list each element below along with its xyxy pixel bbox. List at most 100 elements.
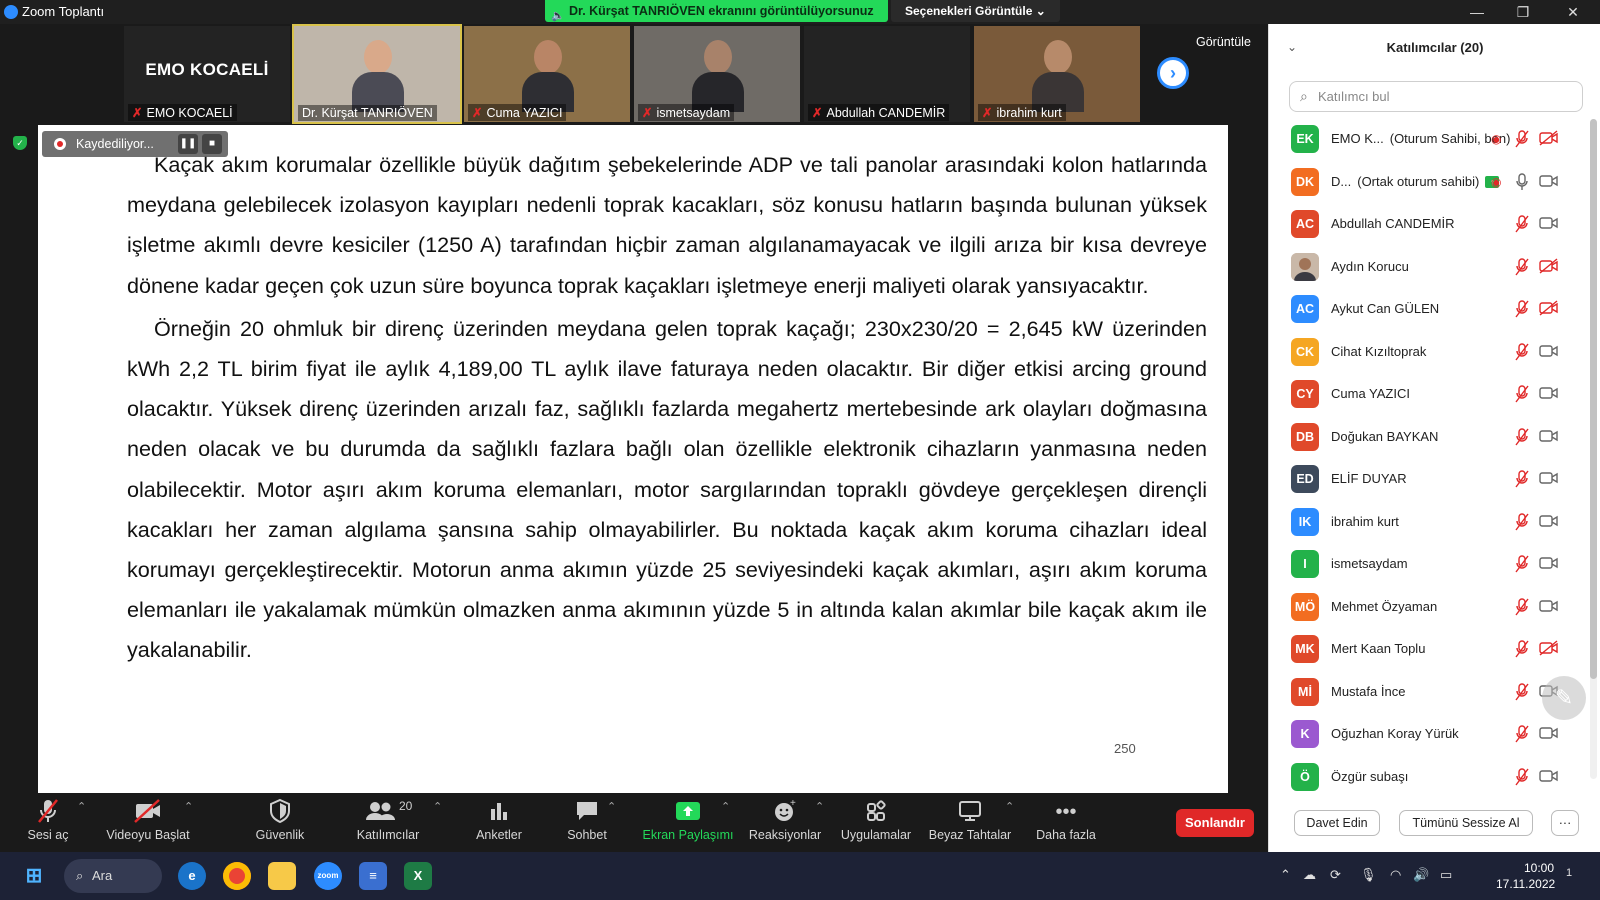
camera-on-icon[interactable] bbox=[1539, 555, 1559, 575]
participant-row[interactable]: Ö Özgür subaşı bbox=[1269, 757, 1587, 800]
minimize-button[interactable]: — bbox=[1454, 2, 1500, 22]
notepad-icon[interactable]: ≡ bbox=[359, 862, 387, 890]
panel-more-button[interactable]: ··· bbox=[1551, 810, 1579, 836]
camera-on-icon[interactable] bbox=[1539, 343, 1559, 363]
volume-icon[interactable]: 🔊 bbox=[1413, 867, 1429, 883]
video-thumbnail[interactable]: EMO KOCAELİ ✗ EMO KOCAELİ bbox=[124, 26, 290, 122]
camera-on-icon[interactable] bbox=[1539, 513, 1559, 533]
start-video-button[interactable]: Videoyu Başlat bbox=[100, 798, 196, 842]
scrollbar-thumb[interactable] bbox=[1590, 119, 1597, 679]
participant-row[interactable]: ED ELİF DUYAR bbox=[1269, 459, 1587, 502]
participant-row[interactable]: Aydın Korucu bbox=[1269, 247, 1587, 290]
stop-recording-button[interactable]: ■ bbox=[202, 134, 222, 154]
sync-icon[interactable]: ⟳ bbox=[1330, 867, 1341, 883]
camera-on-icon[interactable] bbox=[1539, 768, 1559, 788]
camera-on-icon[interactable] bbox=[1539, 470, 1559, 490]
mute-all-button[interactable]: Tümünü Sessize Al bbox=[1399, 810, 1533, 836]
participant-row[interactable]: CK Cihat Kızıltoprak bbox=[1269, 332, 1587, 375]
participant-row[interactable]: MÖ Mehmet Özyaman bbox=[1269, 587, 1587, 630]
encryption-shield-icon[interactable]: ✓ bbox=[13, 136, 27, 150]
video-thumbnail[interactable]: ✗ ibrahim kurt bbox=[974, 26, 1140, 122]
audio-options-caret-icon[interactable]: ⌃ bbox=[77, 800, 86, 813]
camera-on-icon[interactable] bbox=[1539, 173, 1559, 193]
chrome-icon[interactable] bbox=[223, 862, 251, 890]
chat-options-caret-icon[interactable]: ⌃ bbox=[607, 800, 616, 813]
mic-muted-icon[interactable] bbox=[1515, 555, 1529, 577]
whiteboards-options-caret-icon[interactable]: ⌃ bbox=[1005, 800, 1014, 813]
notification-count[interactable]: 1 bbox=[1566, 867, 1572, 879]
mic-muted-icon[interactable] bbox=[1515, 640, 1529, 662]
onedrive-icon[interactable]: ☁ bbox=[1303, 867, 1316, 883]
mic-muted-icon[interactable] bbox=[1515, 257, 1529, 280]
close-button[interactable]: ✕ bbox=[1550, 2, 1596, 22]
mic-on-icon[interactable] bbox=[1515, 172, 1529, 195]
video-thumbnail[interactable]: ✗ ismetsaydam bbox=[634, 26, 800, 122]
participant-list-scrollbar[interactable] bbox=[1590, 119, 1597, 779]
reactions-options-caret-icon[interactable]: ⌃ bbox=[815, 800, 824, 813]
file-explorer-icon[interactable] bbox=[268, 862, 296, 890]
view-options-button[interactable]: Seçenekleri Görüntüle ⌄ bbox=[891, 0, 1060, 22]
participant-row[interactable]: AC Abdullah CANDEMİR bbox=[1269, 204, 1587, 247]
participant-row[interactable]: EK EMO K... (Oturum Sahibi, ben) ◉ bbox=[1269, 119, 1587, 162]
mic-muted-icon[interactable] bbox=[1515, 215, 1529, 237]
camera-off-icon[interactable] bbox=[1539, 640, 1559, 660]
participant-row[interactable]: AC Aykut Can GÜLEN bbox=[1269, 289, 1587, 332]
mic-muted-icon[interactable] bbox=[1515, 385, 1529, 407]
floating-edit-icon[interactable]: ✎ bbox=[1542, 676, 1586, 720]
camera-on-icon[interactable] bbox=[1539, 215, 1559, 235]
apps-button[interactable]: Uygulamalar bbox=[828, 798, 924, 842]
mic-muted-icon[interactable] bbox=[1515, 427, 1529, 450]
microphone-icon[interactable]: 🎙 bbox=[1360, 867, 1377, 883]
mic-muted-icon[interactable] bbox=[1515, 597, 1529, 620]
participant-row[interactable]: MK Mert Kaan Toplu bbox=[1269, 629, 1587, 672]
participant-row[interactable]: Iismetsaydam bbox=[1269, 544, 1587, 587]
taskbar-clock[interactable]: 10:00 17.11.2022 bbox=[1496, 860, 1555, 892]
zoom-taskbar-icon[interactable]: zoom bbox=[314, 862, 342, 890]
restore-button[interactable]: ❐ bbox=[1500, 2, 1546, 22]
participant-row[interactable]: K Oğuzhan Koray Yürük bbox=[1269, 714, 1587, 757]
camera-off-icon[interactable] bbox=[1539, 257, 1559, 278]
camera-off-icon[interactable] bbox=[1539, 300, 1559, 320]
windows-start-icon[interactable]: ⊞ bbox=[20, 862, 48, 890]
mic-muted-icon[interactable] bbox=[1515, 470, 1529, 492]
video-thumbnail[interactable]: ✗ Cuma YAZICI bbox=[464, 26, 630, 122]
mic-muted-icon[interactable] bbox=[1515, 342, 1529, 365]
mic-muted-icon[interactable] bbox=[1515, 682, 1529, 705]
participants-options-caret-icon[interactable]: ⌃ bbox=[433, 800, 442, 813]
edge-icon[interactable]: e bbox=[178, 862, 206, 890]
battery-icon[interactable]: ▭ bbox=[1440, 867, 1452, 883]
mic-muted-icon[interactable] bbox=[1515, 512, 1529, 535]
participant-row[interactable]: IK ibrahim kurt bbox=[1269, 502, 1587, 545]
invite-button[interactable]: Davet Edin bbox=[1294, 810, 1380, 836]
wifi-icon[interactable]: ◠ bbox=[1390, 867, 1401, 883]
participant-row[interactable]: CY Cuma YAZICI bbox=[1269, 374, 1587, 417]
camera-off-icon[interactable] bbox=[1539, 130, 1559, 150]
participant-row[interactable]: Mİ Mustafa İnce bbox=[1269, 672, 1587, 715]
video-options-caret-icon[interactable]: ⌃ bbox=[184, 800, 193, 813]
video-thumbnail[interactable]: ✗ Abdullah CANDEMİR bbox=[804, 26, 970, 122]
participant-search-input[interactable] bbox=[1318, 86, 1568, 107]
mic-muted-icon[interactable] bbox=[1515, 130, 1529, 152]
participant-row[interactable]: DK D... (Ortak oturum sahibi) ↑ ◉ bbox=[1269, 162, 1587, 205]
mic-muted-icon[interactable] bbox=[1515, 767, 1529, 790]
polls-button[interactable]: Anketler bbox=[451, 798, 547, 842]
camera-on-icon[interactable] bbox=[1539, 385, 1559, 405]
camera-on-icon[interactable] bbox=[1539, 428, 1559, 448]
security-button[interactable]: Güvenlik bbox=[232, 798, 328, 842]
participants-button[interactable]: 20 Katılımcılar bbox=[340, 798, 436, 842]
gallery-view-button[interactable]: Görüntüle bbox=[1196, 35, 1251, 49]
camera-on-icon[interactable] bbox=[1539, 725, 1559, 745]
pause-recording-button[interactable]: ❚❚ bbox=[178, 134, 198, 154]
participant-search[interactable]: ⌕ bbox=[1289, 81, 1583, 112]
next-page-button[interactable]: › bbox=[1157, 57, 1189, 89]
video-thumbnail-active-speaker[interactable]: Dr. Kürşat TANRIÖVEN bbox=[292, 24, 462, 124]
mic-muted-icon[interactable] bbox=[1515, 725, 1529, 747]
end-meeting-button[interactable]: Sonlandır bbox=[1176, 809, 1254, 837]
share-options-caret-icon[interactable]: ⌃ bbox=[721, 800, 730, 813]
taskbar-search[interactable]: ⌕ Ara bbox=[64, 859, 162, 893]
camera-on-icon[interactable] bbox=[1539, 598, 1559, 618]
participant-row[interactable]: DB Doğukan BAYKAN bbox=[1269, 417, 1587, 460]
chat-button[interactable]: Sohbet bbox=[539, 798, 635, 842]
excel-icon[interactable]: X bbox=[404, 862, 432, 890]
whiteboards-button[interactable]: Beyaz Tahtalar bbox=[922, 798, 1018, 842]
